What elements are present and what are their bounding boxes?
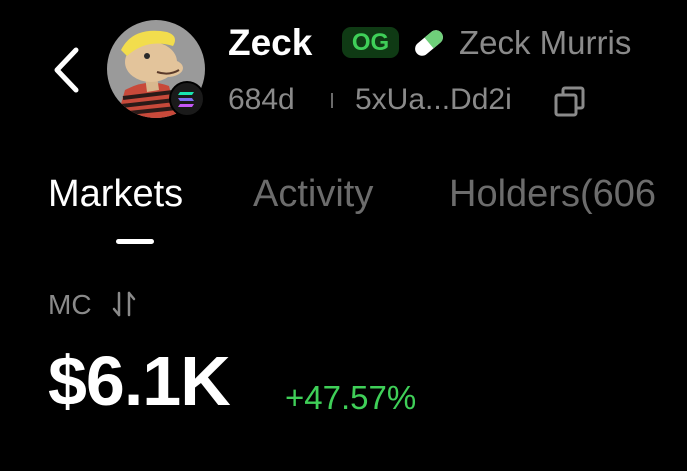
back-button[interactable] (48, 42, 88, 98)
market-cap-change: +47.57% (285, 379, 417, 416)
market-cap-value: $6.1K (48, 342, 231, 420)
token-address[interactable]: 5xUa...Dd2i (355, 80, 512, 120)
creator-pill-icon (409, 25, 449, 61)
market-cap-label: MC (48, 289, 92, 320)
tab-holders[interactable]: Holders(606 (449, 170, 656, 218)
pill-icon (415, 30, 443, 56)
sort-arrows-icon (112, 291, 136, 317)
token-age: 684d (228, 83, 295, 116)
og-badge: OG (342, 27, 399, 58)
token-name: Zeck (228, 22, 313, 63)
meta-divider (331, 93, 333, 108)
solana-icon (169, 81, 205, 117)
active-tab-indicator (116, 239, 154, 244)
copy-address-button[interactable] (553, 84, 587, 118)
creator-name[interactable]: Zeck Murris (459, 21, 631, 65)
copy-icon (554, 86, 585, 117)
chain-badge (169, 81, 205, 117)
tab-activity[interactable]: Activity (253, 170, 373, 218)
sort-toggle-button[interactable] (111, 289, 137, 319)
chevron-left-icon (54, 47, 79, 93)
tab-markets[interactable]: Markets (48, 170, 183, 218)
